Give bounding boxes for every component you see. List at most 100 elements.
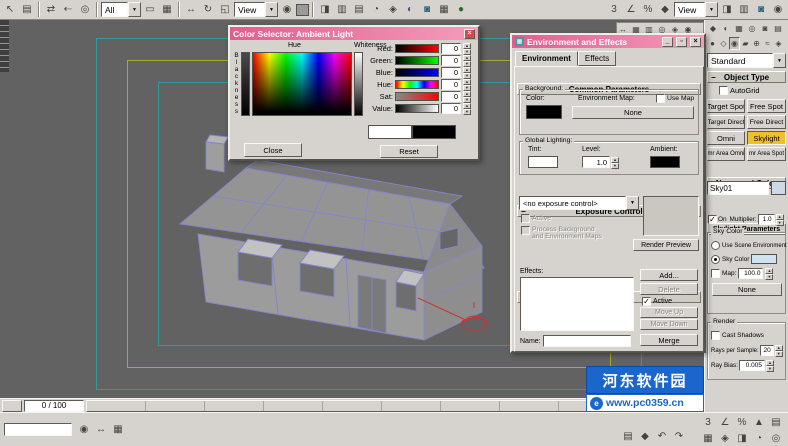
spinner-down-icon[interactable]: ▼ xyxy=(611,163,619,169)
material-editor-icon[interactable]: ◐ xyxy=(402,2,418,17)
select-by-name-icon[interactable]: ▤ xyxy=(19,2,35,17)
render-last-icon[interactable]: ◉ xyxy=(770,2,786,17)
rectangular-selection-region-icon[interactable]: ▭ xyxy=(142,2,158,17)
free-direct-button[interactable]: Free Direct xyxy=(747,115,786,129)
shapes-category-icon[interactable]: ◇ xyxy=(718,37,729,50)
layer-manager-icon[interactable]: ▤ xyxy=(351,2,367,17)
object-name-field[interactable]: Sky01 xyxy=(707,181,769,195)
angle-snap-toggle-icon[interactable]: ∠ xyxy=(717,415,733,430)
create-tab-icon[interactable]: ◆ xyxy=(707,22,719,35)
select-and-rotate-icon[interactable]: ↻ xyxy=(200,2,216,17)
unlink-selection-icon[interactable]: ⇠ xyxy=(60,2,76,17)
render-teapot-icon[interactable]: ◙ xyxy=(753,2,769,17)
map-amount-spinner[interactable]: ▲ ▼ xyxy=(765,268,773,279)
skylight-button[interactable]: Skylight xyxy=(747,131,786,145)
isolate-icon[interactable]: ▦ xyxy=(700,431,716,446)
level-spinner[interactable]: ▲▼ xyxy=(611,157,619,168)
hue-value-field[interactable]: 0 xyxy=(441,79,461,90)
background-color-swatch[interactable] xyxy=(526,105,562,119)
snap-3d-icon[interactable]: 3 xyxy=(700,415,716,430)
ambient-swatch[interactable] xyxy=(650,156,680,168)
hue-slider[interactable] xyxy=(395,80,439,89)
named-selection-set-dropdown[interactable]: View ▼ xyxy=(674,2,718,17)
environment-titlebar[interactable]: ▦ Environment and Effects _ ▫ × xyxy=(512,35,704,48)
absolute-mode-icon[interactable]: ↔ xyxy=(93,422,109,437)
use-scene-environment-radio[interactable] xyxy=(711,241,720,250)
mr-area-spot-button[interactable]: mr Area Spot xyxy=(747,147,786,161)
spinner-down-icon[interactable]: ▼ xyxy=(463,109,471,115)
chevron-down-icon[interactable]: ▼ xyxy=(705,2,718,17)
quick-render-icon[interactable]: ● xyxy=(453,2,469,17)
reset-button[interactable]: Reset xyxy=(380,145,438,158)
use-map-checkbox[interactable] xyxy=(656,94,665,103)
geometry-category-icon[interactable]: ● xyxy=(707,37,718,50)
target-spot-button[interactable]: Target Spot xyxy=(707,99,745,113)
skylight-on-checkbox[interactable]: ✓ xyxy=(708,215,717,224)
chevron-down-icon[interactable]: ▼ xyxy=(265,2,278,17)
red-slider[interactable] xyxy=(395,44,439,53)
whiteness-strip[interactable] xyxy=(354,52,363,116)
sat-value-field[interactable]: 0 xyxy=(441,91,461,102)
schematic-view-icon[interactable]: ◈ xyxy=(385,2,401,17)
time-slider[interactable]: 0 / 100 xyxy=(24,400,84,412)
grid-toggle-icon[interactable]: ▦ xyxy=(110,422,126,437)
spinner-snap-toggle-icon[interactable]: ▲ xyxy=(751,415,767,430)
key-mode-icon[interactable]: ◆ xyxy=(637,429,653,444)
chevron-down-icon[interactable]: ▼ xyxy=(773,53,786,68)
close-icon[interactable]: × xyxy=(464,29,475,39)
multiplier-spinner[interactable]: ▲ ▼ xyxy=(776,214,784,225)
time-tag-icon[interactable]: ▤ xyxy=(620,429,636,444)
map-amount-field[interactable]: 100.0 xyxy=(738,268,763,279)
object-type-rollout[interactable]: − Object Type xyxy=(707,71,786,83)
target-direct-button[interactable]: Target Direct xyxy=(707,115,745,129)
blue-slider[interactable] xyxy=(395,68,439,77)
timeline-nav-button[interactable] xyxy=(2,400,22,412)
cast-shadows-checkbox[interactable] xyxy=(711,331,720,340)
lights-category-icon[interactable]: ◉ xyxy=(729,37,740,50)
next-frame-icon[interactable]: ↷ xyxy=(671,429,687,444)
close-button[interactable]: Close xyxy=(244,143,302,157)
atmosphere-active-checkbox[interactable]: ✓ xyxy=(642,297,651,306)
maxscript-mini-listener[interactable] xyxy=(4,423,72,436)
hue-blackness-picker[interactable] xyxy=(252,52,352,116)
render-setup-icon[interactable]: ◙ xyxy=(419,2,435,17)
window-crossing-icon[interactable]: ▦ xyxy=(159,2,175,17)
color-swatch[interactable] xyxy=(296,4,309,16)
keyboard-shortcut-icon[interactable]: ◆ xyxy=(657,2,673,17)
blue-spinner[interactable]: ▲▼ xyxy=(463,67,471,78)
tab-environment[interactable]: Environment xyxy=(515,51,578,66)
move-down-button[interactable]: Move Down xyxy=(640,319,698,330)
use-pivot-point-icon[interactable]: ◉ xyxy=(279,2,295,17)
ray-bias-spinner[interactable]: ▲ ▼ xyxy=(766,360,774,371)
effects-listbox[interactable] xyxy=(520,277,634,331)
track-view-icon[interactable]: ◔ xyxy=(751,431,767,446)
maximize-icon[interactable]: ▫ xyxy=(676,37,687,47)
sky-map-none-button[interactable]: None xyxy=(712,283,782,296)
red-value-field[interactable]: 0 xyxy=(441,43,461,54)
sat-spinner[interactable]: ▲▼ xyxy=(463,91,471,102)
merge-button[interactable]: Merge xyxy=(640,334,698,346)
color-selector-titlebar[interactable]: Color Selector: Ambient Light × xyxy=(230,27,478,40)
select-and-move-icon[interactable]: ↔ xyxy=(183,2,199,17)
motion-tab-icon[interactable]: ◎ xyxy=(746,22,758,35)
close-icon[interactable]: × xyxy=(690,37,701,47)
multiplier-field[interactable]: 1.0 xyxy=(758,214,775,225)
hue-spinner[interactable]: ▲▼ xyxy=(463,79,471,90)
minimize-icon[interactable]: _ xyxy=(662,37,673,47)
schematic-bottom-icon[interactable]: ◎ xyxy=(768,431,784,446)
free-spot-button[interactable]: Free Spot xyxy=(747,99,786,113)
sky-color-swatch[interactable] xyxy=(751,254,777,264)
ray-bias-field[interactable]: 0.005 xyxy=(739,360,765,371)
spinner-down-icon[interactable]: ▼ xyxy=(765,274,773,280)
angle-snap-icon[interactable]: ∠ xyxy=(623,2,639,17)
mirror-bottom-icon[interactable]: ◨ xyxy=(734,431,750,446)
green-slider[interactable] xyxy=(395,56,439,65)
render-preview-button[interactable]: Render Preview xyxy=(633,239,699,251)
red-spinner[interactable]: ▲▼ xyxy=(463,43,471,54)
blue-value-field[interactable]: 0 xyxy=(441,67,461,78)
green-spinner[interactable]: ▲▼ xyxy=(463,55,471,66)
percent-snap-toggle-icon[interactable]: % xyxy=(734,415,750,430)
chevron-down-icon[interactable]: ▼ xyxy=(128,2,141,17)
select-and-link-icon[interactable]: ⇄ xyxy=(43,2,59,17)
render-frame-window-icon[interactable]: ▦ xyxy=(436,2,452,17)
